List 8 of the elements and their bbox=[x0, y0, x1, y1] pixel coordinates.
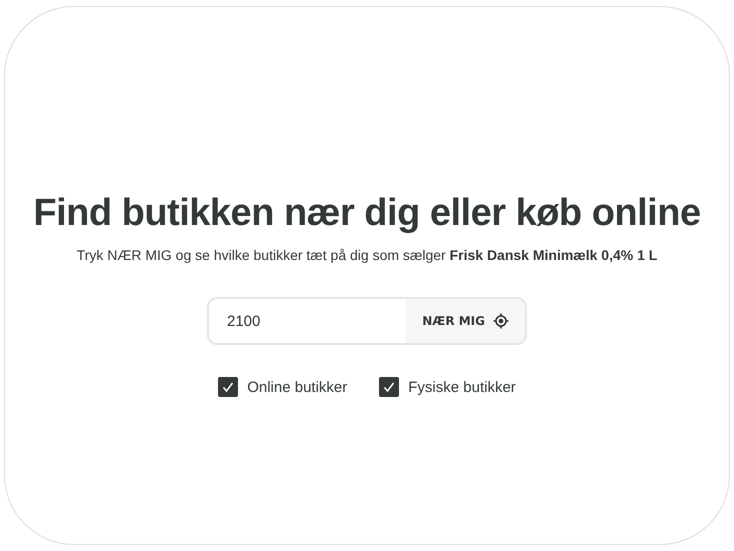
check-icon bbox=[221, 380, 236, 394]
checkbox-label: Fysiske butikker bbox=[408, 378, 516, 396]
subtitle: Tryk NÆR MIG og se hvilke butikker tæt på dig som sælger Frisk Dansk Minimælk 0,4% 1 L bbox=[76, 247, 658, 263]
checkbox[interactable] bbox=[379, 377, 400, 397]
check-icon bbox=[382, 380, 396, 394]
checkbox[interactable] bbox=[218, 377, 238, 397]
checkbox-label: Online butikker bbox=[247, 378, 348, 396]
page-heading: Find butikken nær dig eller køb online bbox=[33, 192, 701, 235]
